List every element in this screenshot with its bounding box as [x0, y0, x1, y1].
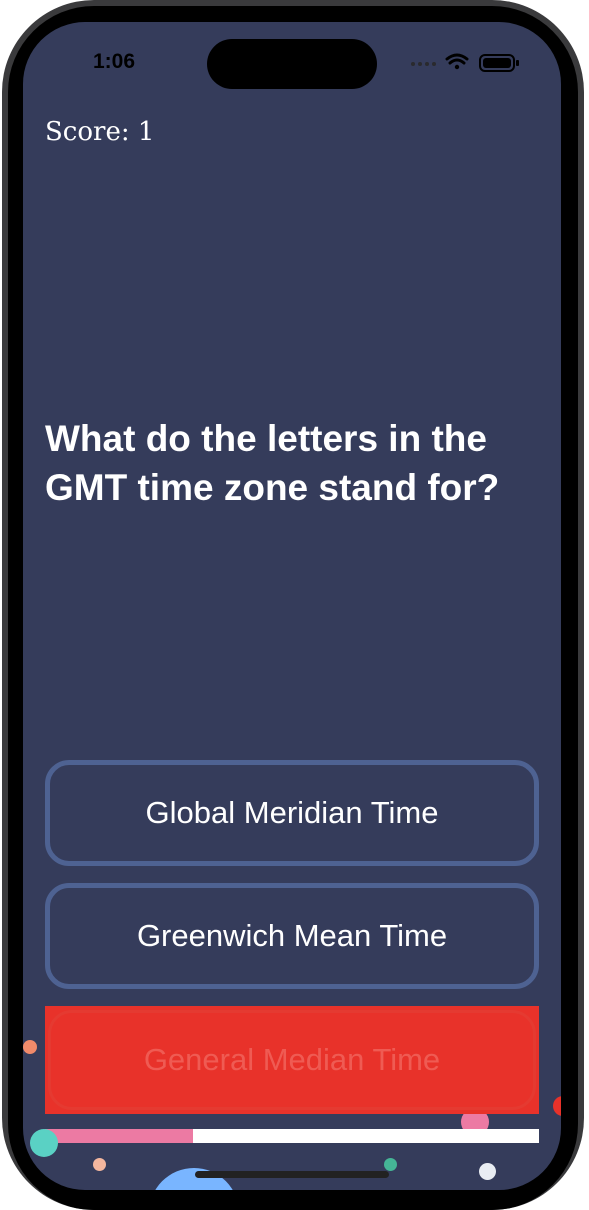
answer-label: Greenwich Mean Time — [136, 918, 448, 953]
status-time: 1:06 — [93, 50, 136, 73]
answer-label: Global Meridian Time — [145, 795, 439, 830]
confetti-dot — [553, 1096, 561, 1116]
progress-bar — [45, 1129, 539, 1143]
confetti-dot — [384, 1158, 397, 1171]
confetti-dot — [30, 1129, 58, 1157]
answer-outline — [48, 1010, 536, 1110]
phone-device: 1:06 Score: 1 What do the letters in the… — [0, 0, 589, 1210]
home-indicator[interactable] — [195, 1171, 389, 1178]
wifi-icon — [445, 53, 469, 70]
confetti-dot — [93, 1158, 106, 1171]
answer-button-1[interactable]: Global Meridian Time — [45, 760, 539, 866]
signal-dots-icon — [411, 62, 436, 66]
battery-icon — [479, 54, 519, 72]
progress-fill — [45, 1129, 194, 1143]
app-screen: 1:06 Score: 1 What do the letters in the… — [23, 22, 561, 1190]
confetti-dot — [23, 1040, 37, 1054]
score-label: Score: 1 — [45, 117, 155, 147]
confetti-dot — [479, 1163, 496, 1180]
dynamic-island — [207, 39, 377, 89]
answer-button-3-wrong[interactable]: General Median Time — [45, 1006, 539, 1114]
status-icons — [409, 52, 529, 74]
answer-button-2[interactable]: Greenwich Mean Time — [45, 883, 539, 989]
question-text: What do the letters in the GMT time zone… — [45, 418, 500, 508]
